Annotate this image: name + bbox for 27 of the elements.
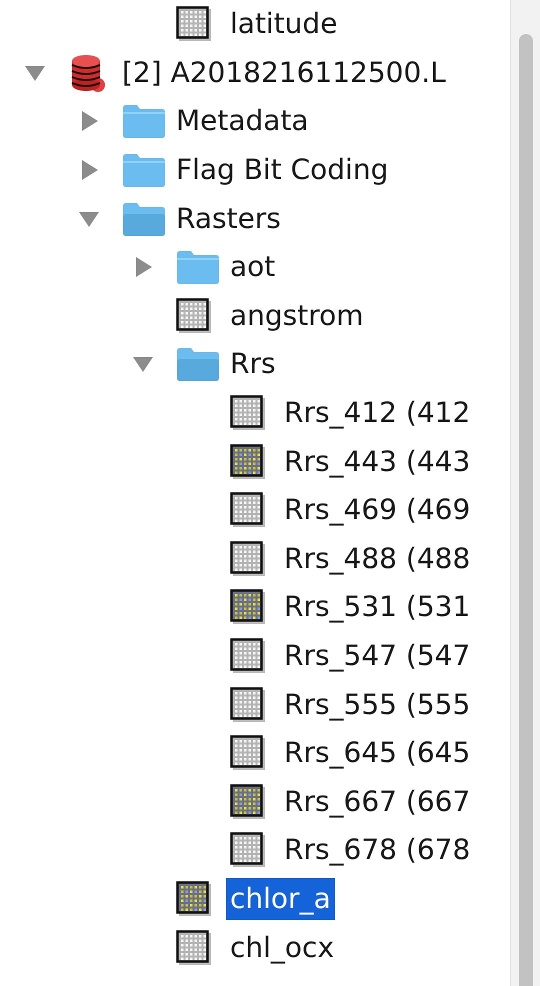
tree-item-label[interactable]: [2] A2018216112500.L [118,52,450,94]
tree-item-label[interactable]: Rrs_678 (678 [280,829,474,872]
tree-item-label[interactable]: Rrs [226,343,280,386]
tree-item-label[interactable]: aot [226,246,280,288]
tree-item-label[interactable]: Rrs_667 (667 [280,780,474,823]
tree-item-label[interactable]: Rrs_547 (547 [280,635,474,678]
folder-icon [176,249,220,286]
folder-icon [122,103,166,140]
tree-item-label[interactable]: Rrs_531 (531 [280,586,474,628]
tree-item-label[interactable]: Flag Bit Coding [172,149,392,192]
open-folder-icon [176,346,220,382]
tree-item-label[interactable]: Rrs_488 (488 [280,538,474,580]
tree-item-label[interactable]: Metadata [172,100,313,142]
tree-item-label[interactable]: Rrs_469 (469 [280,489,474,532]
tree-item-label[interactable]: Rrs_412 (412 [280,392,474,434]
scrollbar-thumb[interactable] [518,34,532,986]
tree-item-label[interactable]: latitude [226,3,342,46]
tree-item-label[interactable]: Rrs_443 (443 [280,440,474,483]
folder-icon [122,152,166,188]
tree-item-label[interactable]: Rrs_555 (555 [280,684,474,726]
tree-item-label[interactable]: Rasters [172,198,285,240]
scrollbar[interactable] [510,0,540,986]
tree-item-label[interactable]: angstrom [226,294,368,337]
tree-item-label[interactable]: chlor_a [226,878,335,920]
tree-item-label[interactable]: Rrs_645 (645 [280,732,474,774]
open-folder-icon [122,200,166,237]
tree-item-label[interactable]: chl_ocx [226,926,338,969]
